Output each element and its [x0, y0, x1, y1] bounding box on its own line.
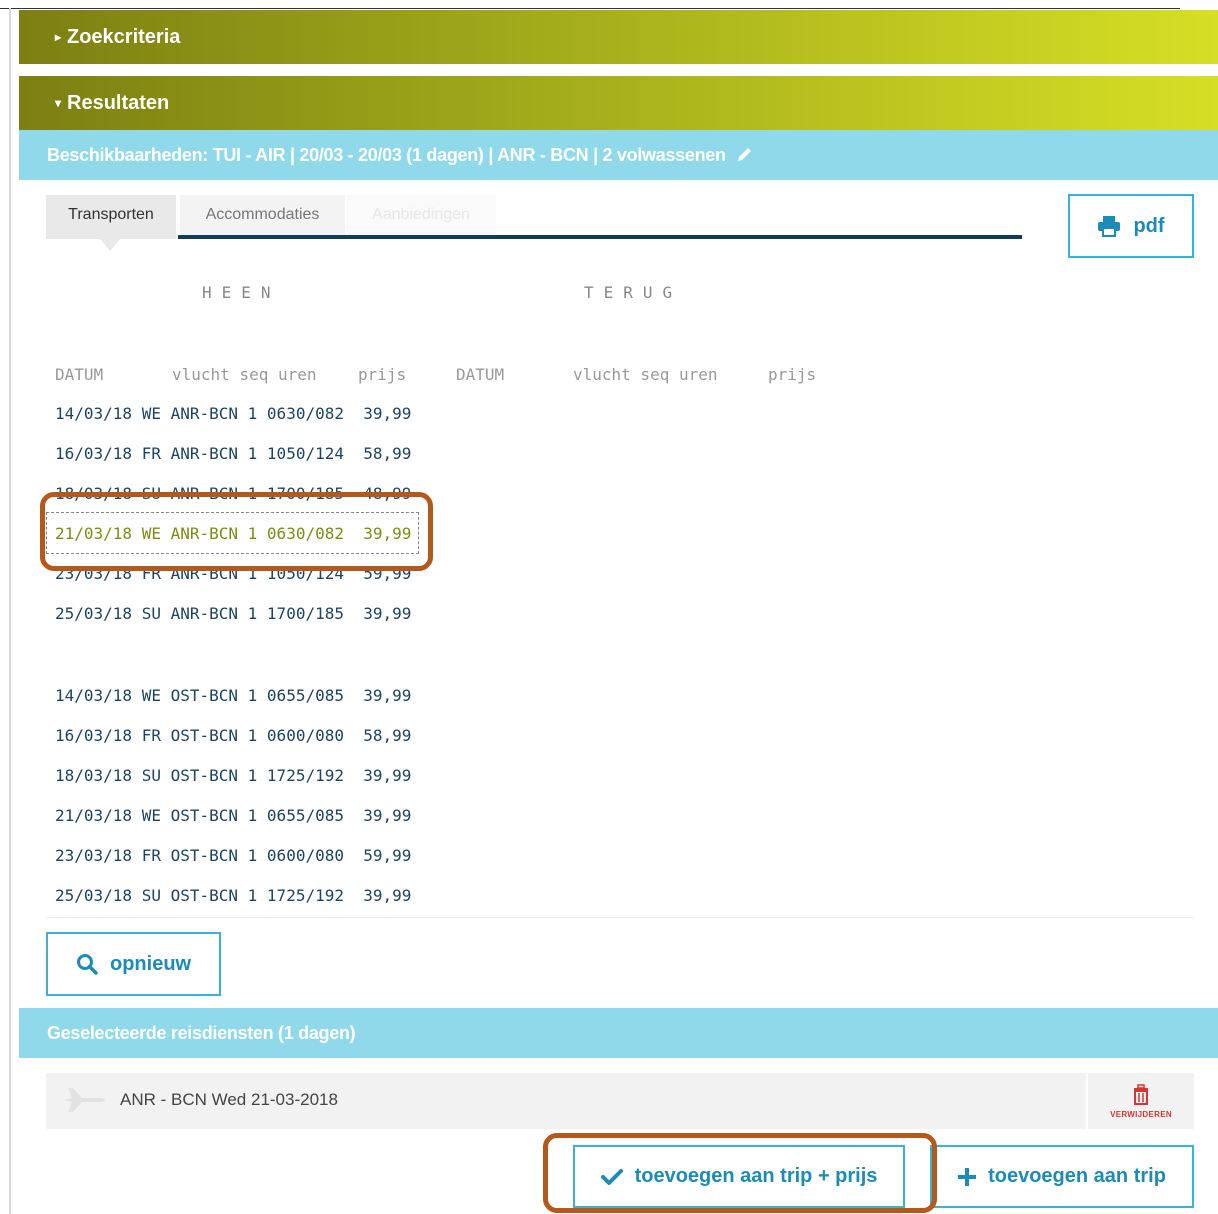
tab-underline [178, 235, 1022, 239]
col-flight-return: vlucht seq uren [573, 365, 718, 384]
col-flight-outbound: vlucht seq uren [172, 365, 317, 384]
search-again-label: opnieuw [110, 952, 192, 975]
trash-icon [1134, 1083, 1148, 1105]
divider [46, 917, 1194, 918]
selected-service-text: ANR - BCN Wed 21-03-2018 [120, 1090, 338, 1109]
tab-accommodaties[interactable]: Accommodaties [180, 195, 345, 239]
selected-services-header: Geselecteerde reisdiensten (1 dagen) [19, 1008, 1218, 1058]
search-again-button[interactable]: opnieuw [46, 932, 221, 996]
flight-row[interactable]: 14/03/18 WE OST-BCN 1 0655/085 39,99 [55, 686, 411, 705]
results-header[interactable]: ▾ Resultaten [19, 76, 1218, 130]
col-price-outbound: prijs [358, 365, 407, 384]
col-date-return: DATUM [456, 365, 505, 384]
delete-button[interactable]: VERWIJDEREN [1088, 1073, 1194, 1129]
add-to-trip-button[interactable]: toevoegen aan trip [930, 1145, 1194, 1208]
tab-aanbiedingen: Aanbiedingen [346, 195, 496, 239]
left-border [9, 8, 11, 1214]
flight-row[interactable]: 14/03/18 WE ANR-BCN 1 0630/082 39,99 [55, 404, 411, 423]
flight-row[interactable]: 23/03/18 FR OST-BCN 1 0600/080 59,99 [55, 846, 411, 865]
availability-text: Beschikbaarheden: TUI - AIR | 20/03 - 20… [47, 145, 726, 165]
flight-row[interactable]: 25/03/18 SU OST-BCN 1 1725/192 39,99 [55, 886, 411, 905]
caret-right-icon: ▸ [55, 30, 62, 44]
flight-row[interactable]: 18/03/18 SU OST-BCN 1 1725/192 39,99 [55, 766, 411, 785]
results-title: Resultaten [67, 92, 170, 114]
annotation-highlight-flight [40, 492, 433, 571]
heading-return: TERUG [584, 283, 683, 302]
availability-header: Beschikbaarheden: TUI - AIR | 20/03 - 20… [19, 130, 1218, 180]
flight-row[interactable]: 16/03/18 FR ANR-BCN 1 1050/124 58,99 [55, 444, 411, 463]
active-tab-pointer [100, 239, 120, 251]
pdf-button[interactable]: pdf [1068, 194, 1194, 258]
selected-services-title: Geselecteerde reisdiensten (1 dagen) [47, 1023, 356, 1043]
flight-row[interactable]: 16/03/18 FR OST-BCN 1 0600/080 58,99 [55, 726, 411, 745]
printer-icon [1098, 216, 1121, 237]
caret-down-icon: ▾ [55, 96, 62, 110]
top-border [0, 8, 1180, 9]
add-label: toevoegen aan trip [988, 1165, 1166, 1187]
plane-icon [64, 1088, 105, 1112]
annotation-highlight-add-button [543, 1133, 937, 1213]
pencil-icon[interactable] [736, 145, 754, 163]
col-date-outbound: DATUM [55, 365, 104, 384]
delete-label: VERWIJDEREN [1110, 1109, 1172, 1119]
pdf-label: pdf [1133, 214, 1165, 237]
plus-icon [958, 1167, 977, 1186]
col-price-return: prijs [768, 365, 817, 384]
search-criteria-title: Zoekcriteria [67, 26, 181, 48]
flight-row[interactable]: 21/03/18 WE OST-BCN 1 0655/085 39,99 [55, 806, 411, 825]
search-criteria-header[interactable]: ▸ Zoekcriteria [19, 10, 1218, 64]
flight-row[interactable]: 25/03/18 SU ANR-BCN 1 1700/185 39,99 [55, 604, 411, 623]
tab-transporten[interactable]: Transporten [46, 195, 176, 239]
heading-outbound: HEEN [202, 283, 281, 302]
search-icon [77, 954, 98, 975]
